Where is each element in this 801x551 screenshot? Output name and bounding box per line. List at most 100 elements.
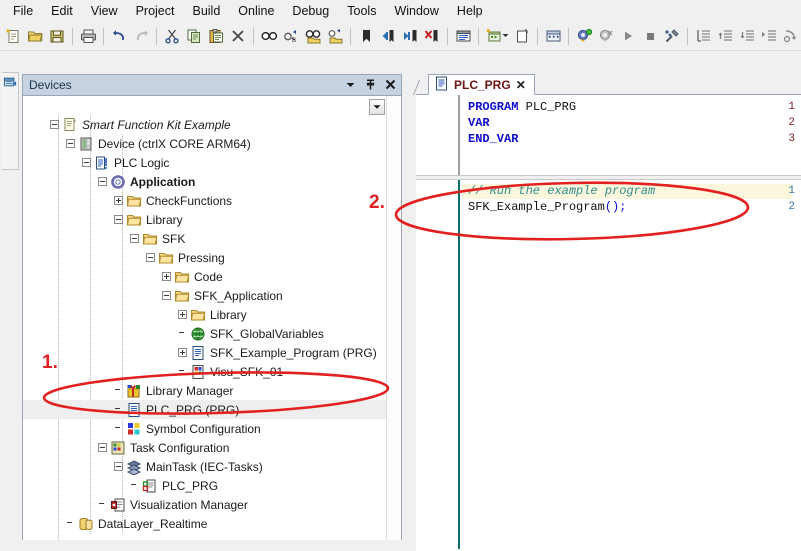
tree-item-library-manager[interactable]: Library Manager (23, 381, 389, 400)
save-project-icon[interactable] (46, 25, 68, 49)
expand-icon[interactable] (114, 196, 123, 205)
tree-filter-dropdown[interactable] (369, 99, 385, 115)
tree-item-sfk-globalvariables[interactable]: SFK_GlobalVariables (23, 324, 389, 343)
code-line[interactable]: PROGRAM PLC_PRG (468, 100, 576, 115)
tab-close-icon[interactable]: ✕ (516, 78, 526, 92)
code-token-kw: PROGRAM (468, 100, 519, 114)
collapse-icon[interactable] (162, 291, 171, 300)
code-editor: PLC_PRG ✕ 1 PROGRAM PLC_PRG 2 VAR 3 END_VAR 1… (412, 74, 801, 551)
run-to-cursor-icon[interactable] (758, 25, 780, 49)
login-icon[interactable] (573, 25, 595, 49)
set-next-statement-icon[interactable] (780, 25, 801, 49)
step-into-icon[interactable] (692, 25, 714, 49)
redo-icon[interactable] (130, 25, 152, 49)
bookmark-toggle-icon[interactable] (355, 25, 377, 49)
sidebar-tab-pous[interactable]: POUs (2, 72, 19, 170)
menu-item-window[interactable]: Window (385, 1, 447, 22)
tree-item-plc-prg[interactable]: PLC_PRG (23, 476, 389, 495)
implementation-editor[interactable]: 1 // Run the example program 2 SFK_Example_… (416, 180, 801, 549)
device-view-icon[interactable] (452, 25, 474, 49)
pous-icon (3, 75, 18, 93)
tree-item-sfk[interactable]: SFK (23, 229, 389, 248)
bookmark-previous-icon[interactable] (377, 25, 399, 49)
tree-item-visu-sfk-01[interactable]: Visu_SFK_01 (23, 362, 389, 381)
open-project-icon[interactable] (24, 25, 46, 49)
code-line[interactable]: // Run the example program (468, 184, 655, 199)
debug-options-icon[interactable] (661, 25, 683, 49)
menu-item-debug[interactable]: Debug (283, 1, 338, 22)
devices-scrollbar[interactable] (386, 96, 401, 540)
tree-item-task-configuration[interactable]: Task Configuration (23, 438, 389, 457)
step-out-icon[interactable] (736, 25, 758, 49)
expand-icon[interactable] (178, 310, 187, 319)
find-icon[interactable] (258, 25, 280, 49)
pin-icon[interactable] (365, 79, 376, 91)
menu-item-help[interactable]: Help (448, 1, 492, 22)
replace-icon[interactable]: B (280, 25, 302, 49)
collapse-icon[interactable] (82, 158, 91, 167)
start-icon[interactable] (617, 25, 639, 49)
tree-item-sfk-example-program-prg[interactable]: SFK_Example_Program (PRG) (23, 343, 389, 362)
print-icon[interactable] (77, 25, 99, 49)
tree-item-visualization-manager[interactable]: Visualization Manager (23, 495, 389, 514)
tab-plc-prg[interactable]: PLC_PRG ✕ (428, 74, 535, 95)
code-line[interactable]: SFK_Example_Program(); (468, 200, 626, 215)
toolbar-separator (350, 28, 351, 45)
collapse-icon[interactable] (130, 234, 139, 243)
tree-item-pressing[interactable]: Pressing (23, 248, 389, 267)
declaration-editor[interactable]: 1 PROGRAM PLC_PRG 2 VAR 3 END_VAR (416, 95, 801, 175)
expand-icon[interactable] (162, 272, 171, 281)
tree-item-symbol-configuration[interactable]: Symbol Configuration (23, 419, 389, 438)
collapse-icon[interactable] (114, 462, 123, 471)
build-dropdown-caret[interactable] (502, 32, 509, 41)
collapse-icon[interactable] (146, 253, 155, 262)
tree-item-smart-function-kit-example[interactable]: Smart Function Kit Example (23, 115, 389, 134)
tree-item-label: PLC_PRG (PRG) (146, 402, 240, 417)
collapse-icon[interactable] (114, 215, 123, 224)
new-project-icon[interactable] (2, 25, 24, 49)
expand-icon[interactable] (178, 348, 187, 357)
menu-item-edit[interactable]: Edit (42, 1, 82, 22)
tree-item-library[interactable]: Library (23, 210, 389, 229)
tree-item-datalayer-realtime[interactable]: DataLayer_Realtime (23, 514, 389, 533)
tree-item-checkfunctions[interactable]: CheckFunctions (23, 191, 389, 210)
bookmark-clear-icon[interactable] (421, 25, 443, 49)
collapse-icon[interactable] (98, 443, 107, 452)
replace-in-project-icon[interactable] (324, 25, 346, 49)
menu-item-build[interactable]: Build (183, 1, 229, 22)
tree-item-sfk-application[interactable]: SFK_Application (23, 286, 389, 305)
copy-icon[interactable] (183, 25, 205, 49)
tree-item-plc-prg-prg[interactable]: PLC_PRG (PRG) (23, 400, 389, 419)
menu-item-view[interactable]: View (82, 1, 127, 22)
clean-icon[interactable] (542, 25, 564, 49)
stop-icon[interactable] (639, 25, 661, 49)
tree-item-code[interactable]: Code (23, 267, 389, 286)
collapse-icon[interactable] (66, 139, 75, 148)
menu-item-online[interactable]: Online (229, 1, 283, 22)
code-line[interactable]: VAR (468, 116, 490, 131)
close-icon[interactable] (385, 79, 396, 91)
code-token-cmt: // Run the example program (468, 184, 656, 198)
collapse-icon[interactable] (98, 177, 107, 186)
undo-icon[interactable] (108, 25, 130, 49)
menu-item-tools[interactable]: Tools (338, 1, 385, 22)
step-over-icon[interactable] (714, 25, 736, 49)
toolbar-separator (687, 28, 688, 45)
find-in-project-icon[interactable] (302, 25, 324, 49)
tree-item-library[interactable]: Library (23, 305, 389, 324)
generate-code-icon[interactable] (511, 25, 533, 49)
panel-menu-icon[interactable] (345, 79, 356, 91)
tree-item-application[interactable]: Application (23, 172, 389, 191)
menu-item-project[interactable]: Project (127, 1, 184, 22)
cut-icon[interactable] (161, 25, 183, 49)
paste-icon[interactable] (205, 25, 227, 49)
code-line[interactable]: END_VAR (468, 132, 518, 147)
tree-item-maintask-iec-tasks[interactable]: MainTask (IEC-Tasks) (23, 457, 389, 476)
delete-icon[interactable] (227, 25, 249, 49)
tree-item-plc-logic[interactable]: PLC Logic (23, 153, 389, 172)
tree-item-device-ctrlx-core-arm64[interactable]: Device (ctrlX CORE ARM64) (23, 134, 389, 153)
bookmark-next-icon[interactable] (399, 25, 421, 49)
collapse-icon[interactable] (50, 120, 59, 129)
logout-icon[interactable] (595, 25, 617, 49)
menu-item-file[interactable]: File (4, 1, 42, 22)
